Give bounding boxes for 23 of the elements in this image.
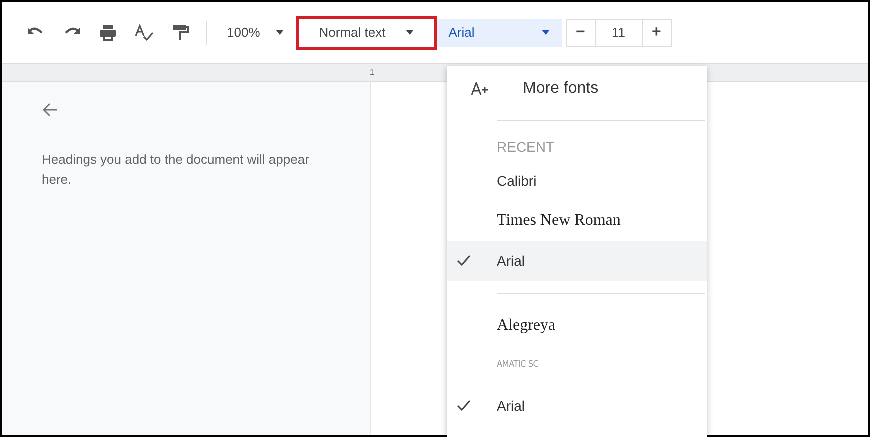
font-item[interactable]: Calibri: [447, 161, 707, 201]
font-item[interactable]: Arial: [447, 241, 707, 281]
spellcheck-icon[interactable]: [134, 22, 154, 42]
back-arrow-icon[interactable]: [42, 102, 58, 118]
font-size-field[interactable]: 11: [596, 18, 642, 46]
paint-roller-icon[interactable]: [170, 22, 190, 42]
decrease-size-button[interactable]: −: [566, 18, 596, 46]
style-dropdown[interactable]: Normal text: [296, 16, 437, 50]
increase-size-button[interactable]: +: [642, 18, 672, 46]
more-fonts-item[interactable]: More fonts: [447, 70, 707, 108]
ruler-number: 1: [370, 67, 374, 79]
print-icon[interactable]: [98, 22, 118, 42]
caret-icon: [542, 30, 550, 35]
zoom-dropdown[interactable]: 100%: [223, 16, 288, 48]
section-heading: RECENT: [496, 138, 556, 157]
font-item[interactable]: Alegreya: [447, 306, 707, 346]
caret-icon: [406, 30, 414, 35]
font-item[interactable]: Times New Roman: [447, 201, 707, 241]
caret-icon: [276, 30, 284, 35]
outline-message: Headings you add to the document will appear here.: [42, 151, 310, 189]
font-item[interactable]: Arial: [447, 386, 707, 426]
font-dropdown[interactable]: Arial: [436, 18, 562, 46]
font-add-icon: [471, 82, 489, 96]
